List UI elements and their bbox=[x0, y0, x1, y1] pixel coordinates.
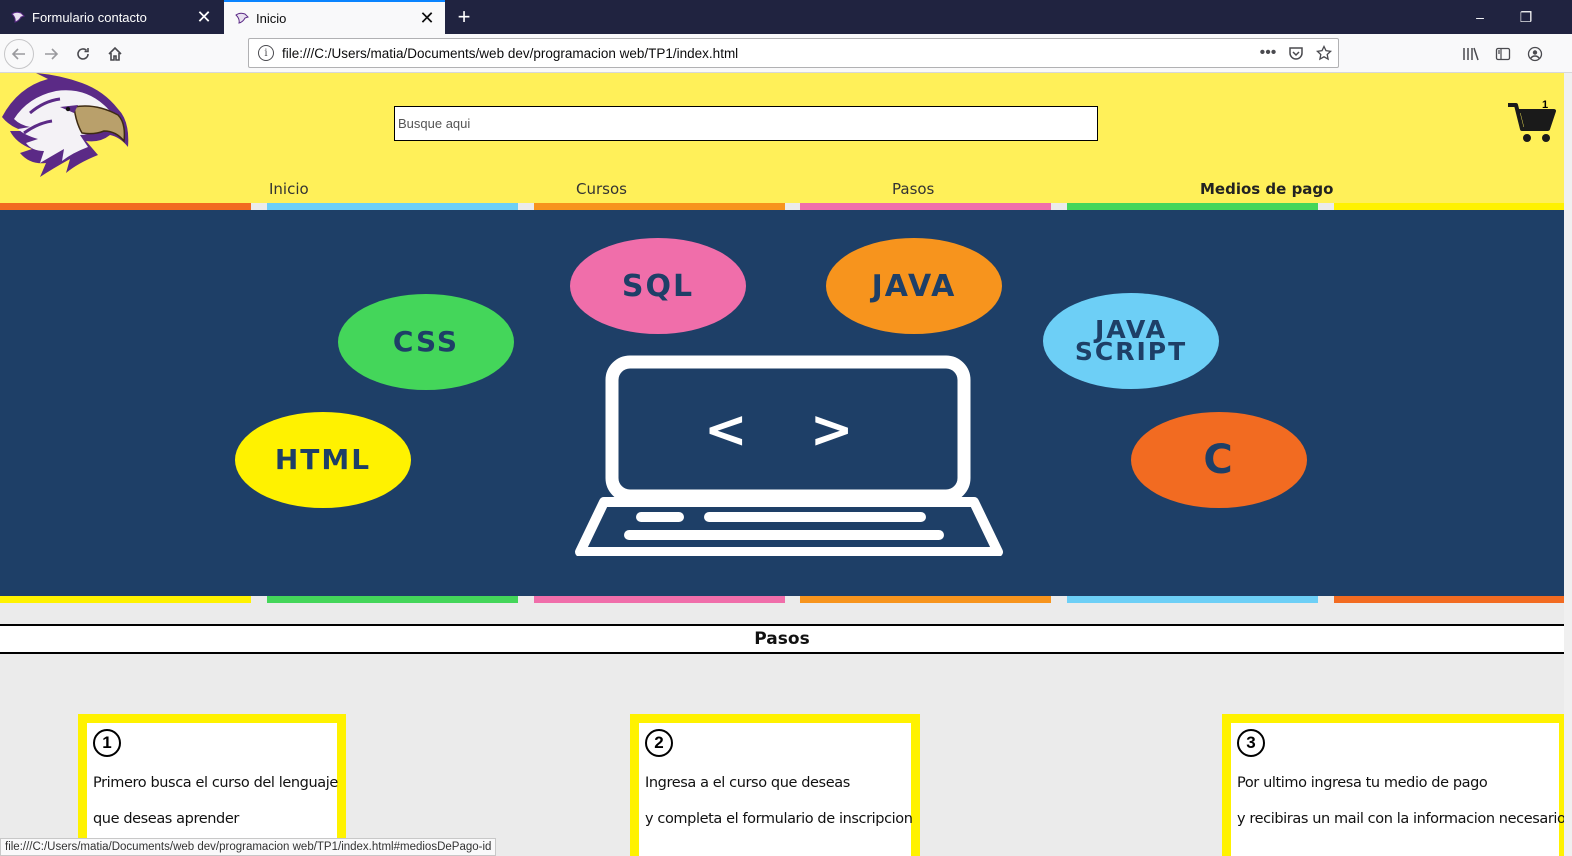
nav-link-medios-de-pago[interactable]: Medios de pago bbox=[1200, 180, 1333, 198]
home-icon[interactable] bbox=[100, 39, 130, 69]
cart-count-badge: 1 bbox=[1542, 99, 1549, 111]
step-text-line: Primero busca el curso del lenguaje bbox=[93, 775, 338, 791]
stripe-green bbox=[1067, 203, 1318, 210]
nav-link-inicio[interactable]: Inicio bbox=[269, 180, 309, 198]
step-card-2: 2 Ingresa a el curso que deseas y comple… bbox=[630, 714, 920, 856]
step-card-1: 1 Primero busca el curso del lenguaje qu… bbox=[78, 714, 346, 856]
stripe-pink bbox=[800, 203, 1051, 210]
tab-title: Formulario contacto bbox=[32, 9, 147, 25]
stripe-blue bbox=[1067, 596, 1318, 603]
new-tab-plus-icon[interactable]: + bbox=[450, 3, 478, 31]
tab-title: Inicio bbox=[256, 10, 287, 26]
tab-inicio[interactable]: Inicio ✕ bbox=[224, 0, 445, 34]
eagle-logo[interactable] bbox=[0, 73, 132, 177]
eagle-favicon-icon bbox=[234, 10, 250, 26]
step-card-3: 3 Por ultimo ingresa tu medio de pago y … bbox=[1222, 714, 1564, 856]
pasos-section-title: Pasos bbox=[0, 624, 1564, 654]
restore-icon[interactable]: ❐ bbox=[1506, 3, 1546, 31]
site-header: 1 Inicio Cursos Pasos Medios de pago bbox=[0, 73, 1564, 203]
step-text-line: Por ultimo ingresa tu medio de pago bbox=[1237, 775, 1488, 791]
minimize-icon[interactable]: – bbox=[1460, 3, 1500, 31]
step-number-circle: 1 bbox=[93, 729, 121, 757]
stripe-amber bbox=[534, 203, 785, 210]
javascript-bubble: JAVA SCRIPT bbox=[1043, 293, 1219, 389]
eagle-favicon-icon bbox=[10, 9, 26, 25]
step-number-circle: 3 bbox=[1237, 729, 1265, 757]
account-icon[interactable] bbox=[1520, 39, 1550, 69]
css-bubble: CSS bbox=[338, 294, 514, 390]
url-text[interactable]: file:///C:/Users/matia/Documents/web dev… bbox=[282, 46, 1254, 61]
nav-link-cursos[interactable]: Cursos bbox=[576, 180, 627, 198]
bookmark-star-icon[interactable] bbox=[1310, 39, 1338, 67]
link-status-bar: file:///C:/Users/matia/Documents/web dev… bbox=[0, 838, 497, 856]
stripe-orange bbox=[1334, 596, 1564, 603]
page-actions-dots-icon[interactable]: ••• bbox=[1254, 39, 1282, 67]
sidebar-icon[interactable] bbox=[1488, 39, 1518, 69]
bottom-color-stripes bbox=[0, 596, 1564, 603]
nav-link-pasos[interactable]: Pasos bbox=[892, 180, 934, 198]
step-text-line: y recibiras un mail con la informacion n… bbox=[1237, 811, 1564, 827]
library-icon[interactable] bbox=[1456, 39, 1486, 69]
step-text-line: y completa el formulario de inscripcion bbox=[645, 811, 913, 827]
search-input[interactable] bbox=[394, 106, 1098, 141]
top-color-stripes bbox=[0, 203, 1564, 210]
hero-banner: SQL JAVA CSS JAVA SCRIPT HTML C < > bbox=[0, 210, 1564, 596]
stripe-orange bbox=[0, 203, 251, 210]
reload-icon[interactable] bbox=[68, 39, 98, 69]
stripe-pink bbox=[534, 596, 785, 603]
info-icon[interactable]: i bbox=[258, 45, 274, 61]
tab-formulario-contacto[interactable]: Formulario contacto ✕ bbox=[0, 0, 222, 34]
address-bar[interactable]: i file:///C:/Users/matia/Documents/web d… bbox=[248, 38, 1339, 68]
c-bubble: C bbox=[1131, 412, 1307, 508]
step-number-circle: 2 bbox=[645, 729, 673, 757]
stripe-yellow bbox=[0, 596, 251, 603]
forward-arrow-icon[interactable] bbox=[36, 39, 66, 69]
stripe-amber bbox=[800, 596, 1051, 603]
pocket-icon[interactable] bbox=[1282, 39, 1310, 67]
step-text-line: Ingresa a el curso que deseas bbox=[645, 775, 850, 791]
code-glyphs: < > bbox=[704, 400, 856, 460]
sql-bubble: SQL bbox=[570, 238, 746, 334]
html-bubble: HTML bbox=[235, 412, 411, 508]
stripe-green bbox=[267, 596, 518, 603]
close-icon[interactable]: ✕ bbox=[415, 6, 439, 30]
stripe-blue bbox=[267, 203, 518, 210]
browser-tab-bar: Formulario contacto ✕ Inicio ✕ + – ❐ bbox=[0, 0, 1572, 34]
shopping-cart-icon[interactable] bbox=[1506, 99, 1558, 145]
back-arrow-icon[interactable] bbox=[4, 39, 34, 69]
close-icon[interactable]: ✕ bbox=[192, 5, 216, 29]
stripe-yellow bbox=[1334, 203, 1564, 210]
step-text-line: que deseas aprender bbox=[93, 811, 239, 827]
page-viewport: 1 Inicio Cursos Pasos Medios de pago SQL… bbox=[0, 73, 1564, 856]
browser-toolbar: i file:///C:/Users/matia/Documents/web d… bbox=[0, 34, 1572, 73]
page-scrollbar[interactable] bbox=[1564, 73, 1572, 856]
java-bubble: JAVA bbox=[826, 238, 1002, 334]
